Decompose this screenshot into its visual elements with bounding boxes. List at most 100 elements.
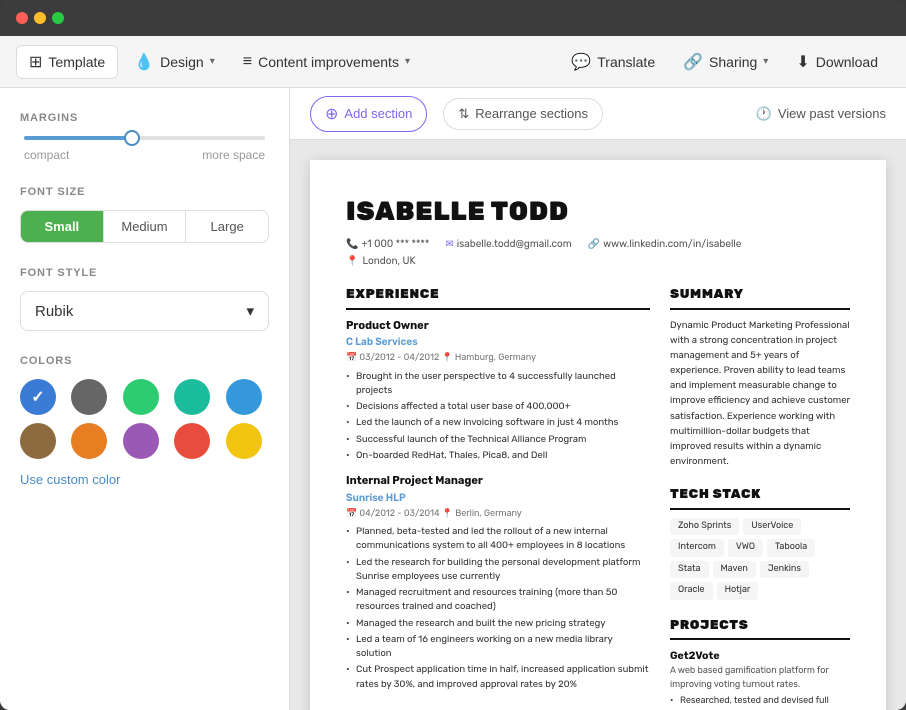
bullet: Researched, tested and devised full gami… [670, 695, 850, 710]
close-button[interactable] [16, 12, 28, 24]
tech-stack-title: TECH STACK [670, 485, 850, 510]
nav-sharing[interactable]: 🔗 Sharing ▾ [671, 46, 780, 78]
font-style-label: FONT STYLE [20, 267, 269, 279]
resume-scroll[interactable]: ISABELLE TODD 📞 +1 000 *** **** ✉ isabel… [290, 140, 906, 710]
color-swatch-brown[interactable] [20, 423, 56, 459]
slider-track [24, 136, 265, 140]
toolbar: ⊕ Add section ⇅ Rearrange sections 🕐 Vie… [290, 88, 906, 140]
color-swatch-teal[interactable] [174, 379, 210, 415]
color-swatch-orange[interactable] [71, 423, 107, 459]
clock-icon: 🕐 [756, 106, 772, 122]
font-size-section: FONT SIZE Small Medium Large [20, 186, 269, 243]
rearrange-icon: ⇅ [458, 106, 469, 122]
linkedin-icon: 🔗 [588, 237, 600, 252]
font-size-small[interactable]: Small [21, 211, 104, 242]
slider-fill [24, 136, 132, 140]
nav-template-label: Template [48, 54, 105, 70]
plus-icon: ⊕ [325, 104, 338, 124]
color-swatch-blue[interactable] [20, 379, 56, 415]
font-size-large[interactable]: Large [186, 211, 268, 242]
color-swatch-lightblue[interactable] [226, 379, 262, 415]
font-dropdown[interactable]: Rubik ▾ [20, 291, 269, 331]
bullet: Successful launch of the Technical Allia… [346, 433, 650, 447]
tech-tag: UserVoice [743, 518, 801, 536]
job-2-title: Internal Project Manager [346, 473, 650, 490]
nav-translate[interactable]: 💬 Translate [559, 46, 667, 78]
bullet: Managed the research and built the new p… [346, 617, 650, 631]
custom-color-link[interactable]: Use custom color [20, 472, 120, 487]
resume-header: ISABELLE TODD 📞 +1 000 *** **** ✉ isabel… [346, 192, 850, 269]
resume-contact: 📞 +1 000 *** **** ✉ isabelle.todd@gmail.… [346, 237, 850, 252]
bullet: Managed recruitment and resources traini… [346, 586, 650, 615]
compact-label: compact [24, 148, 69, 162]
bullet: Led the launch of a new invoicing softwa… [346, 416, 650, 430]
color-swatch-green[interactable] [123, 379, 159, 415]
nav-translate-label: Translate [597, 54, 655, 70]
job-2-company: Sunrise HLP [346, 491, 650, 506]
color-swatch-purple[interactable] [123, 423, 159, 459]
experience-title: EXPERIENCE [346, 285, 650, 310]
nav-download[interactable]: ⬇ Download [784, 46, 890, 78]
maximize-button[interactable] [52, 12, 64, 24]
rearrange-label: Rearrange sections [475, 106, 588, 121]
phone-icon: 📞 [346, 237, 358, 252]
add-section-button[interactable]: ⊕ Add section [310, 96, 427, 132]
tech-tag: Intercom [670, 539, 724, 557]
email-contact: ✉ isabelle.todd@gmail.com [445, 237, 571, 252]
nav-template[interactable]: ⊞ Template [16, 45, 118, 79]
color-swatch-red[interactable] [174, 423, 210, 459]
resume-name: ISABELLE TODD [346, 192, 850, 231]
chevron-down-icon: ▾ [210, 56, 215, 67]
download-icon: ⬇ [796, 52, 809, 72]
projects-section: PROJECTS Get2Vote A web based gamificati… [670, 616, 850, 710]
tech-tag: Hotjar [717, 582, 759, 600]
title-bar [0, 0, 906, 36]
nav-design[interactable]: 💧 Design ▾ [122, 46, 227, 78]
tech-tag: Maven [713, 561, 756, 579]
summary-section: SUMMARY Dynamic Product Marketing Profes… [670, 285, 850, 469]
right-area: ⊕ Add section ⇅ Rearrange sections 🕐 Vie… [290, 88, 906, 710]
location: 📍 London, UK [346, 254, 850, 269]
project-1-title: Get2Vote [670, 648, 850, 664]
margins-slider-container: compact more space [20, 136, 269, 162]
nav-download-label: Download [816, 54, 878, 70]
template-icon: ⊞ [29, 52, 42, 72]
font-selected: Rubik [35, 303, 73, 320]
minimize-button[interactable] [34, 12, 46, 24]
tech-tag: Jenkins [760, 561, 809, 579]
tech-tag: VWO [728, 539, 763, 557]
color-swatch-gray[interactable] [71, 379, 107, 415]
content-icon: ≡ [243, 53, 252, 71]
project-1-bullets: Researched, tested and devised full gami… [670, 695, 850, 710]
more-space-label: more space [202, 148, 265, 162]
app-window: ⊞ Template 💧 Design ▾ ≡ Content improvem… [0, 0, 906, 710]
font-size-medium[interactable]: Medium [104, 211, 187, 242]
main-area: MARGINS compact more space FONT SIZE Sm [0, 88, 906, 710]
summary-title: SUMMARY [670, 285, 850, 310]
traffic-lights [16, 12, 64, 24]
margins-label: MARGINS [20, 112, 269, 124]
rearrange-button[interactable]: ⇅ Rearrange sections [443, 98, 603, 130]
resume-left-col: EXPERIENCE Product Owner C Lab Services … [346, 285, 650, 710]
linkedin-value: www.linkedin.com/in/isabelle [603, 237, 741, 252]
job-1-title: Product Owner [346, 318, 650, 335]
location-text: London, UK [362, 254, 415, 269]
tech-tag: Taboola [767, 539, 815, 557]
email-icon: ✉ [445, 237, 453, 252]
nav-content[interactable]: ≡ Content improvements ▾ [231, 47, 422, 77]
project-1-desc: A web based gamification platform for im… [670, 665, 850, 692]
phone-number: +1 000 *** **** [361, 237, 429, 252]
slider-thumb[interactable] [124, 130, 140, 146]
location-icon: 📍 [346, 254, 358, 269]
job-1-meta: 📅 03/2012 - 04/2012 📍 Hamburg, Germany [346, 352, 650, 366]
bullet: Cut Prospect application time in half, i… [346, 663, 650, 692]
tech-tags: Zoho Sprints UserVoice Intercom VWO Tabo… [670, 518, 850, 600]
summary-text: Dynamic Product Marketing Professional w… [670, 318, 850, 470]
tech-tag: Stata [670, 561, 709, 579]
bullet: Decisions affected a total user base of … [346, 400, 650, 414]
colors-label: COLORS [20, 355, 269, 367]
color-swatch-yellow[interactable] [226, 423, 262, 459]
job-1-company: C Lab Services [346, 335, 650, 350]
view-past-versions[interactable]: 🕐 View past versions [756, 106, 886, 122]
colors-grid [20, 379, 269, 459]
